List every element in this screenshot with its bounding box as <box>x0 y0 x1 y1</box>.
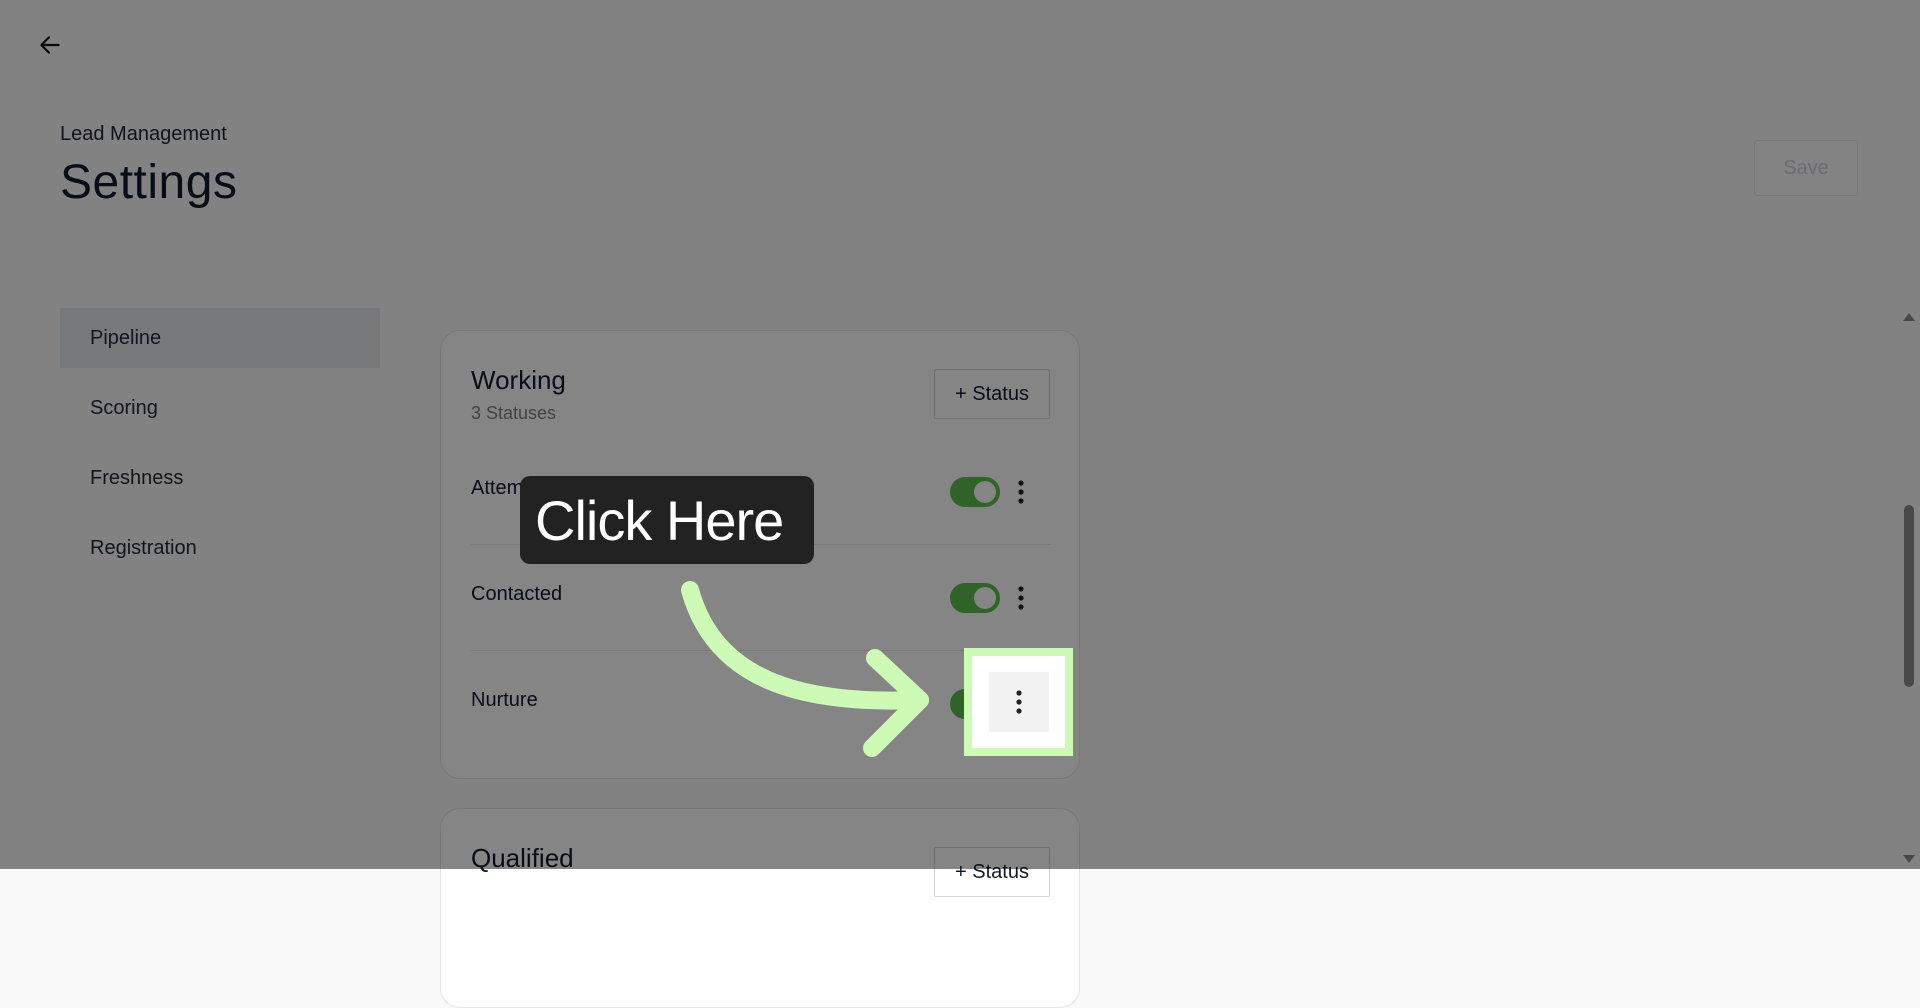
settings-sidebar: Pipeline Scoring Freshness Registration <box>60 308 380 588</box>
scroll-down-arrow[interactable] <box>1903 855 1915 863</box>
group-title: Working <box>471 365 566 395</box>
sidebar-item-registration[interactable]: Registration <box>60 518 380 578</box>
sidebar-item-pipeline[interactable]: Pipeline <box>60 308 380 368</box>
add-status-button[interactable]: + Status <box>934 369 1050 419</box>
pipeline-group-qualified: Qualified + Status <box>440 808 1080 1008</box>
group-title: Qualified <box>471 843 574 873</box>
group-status-count: 3 Statuses <box>471 403 557 423</box>
status-more-button[interactable] <box>991 568 1051 628</box>
status-label: Nurture <box>471 689 538 711</box>
scrollbar-thumb[interactable] <box>1904 505 1914 687</box>
scroll-up-arrow[interactable] <box>1903 313 1915 321</box>
arrow-left-icon <box>40 36 60 54</box>
more-vertical-icon <box>1015 690 1022 714</box>
tutorial-callout: Click Here <box>520 476 814 564</box>
status-more-button[interactable] <box>991 462 1051 522</box>
sidebar-item-scoring[interactable]: Scoring <box>60 378 380 438</box>
curved-arrow-icon <box>681 581 929 757</box>
highlighted-more-button[interactable] <box>964 648 1073 756</box>
more-vertical-icon <box>1018 480 1024 504</box>
breadcrumb: Lead Management <box>60 123 227 145</box>
save-button[interactable]: Save <box>1754 140 1858 196</box>
back-button[interactable] <box>30 25 70 65</box>
add-status-button[interactable]: + Status <box>934 847 1050 897</box>
sidebar-item-freshness[interactable]: Freshness <box>60 448 380 508</box>
status-label: Contacted <box>471 583 563 605</box>
status-more-button[interactable] <box>988 672 1049 732</box>
page-title: Settings <box>60 156 238 209</box>
more-vertical-icon <box>1018 586 1024 610</box>
